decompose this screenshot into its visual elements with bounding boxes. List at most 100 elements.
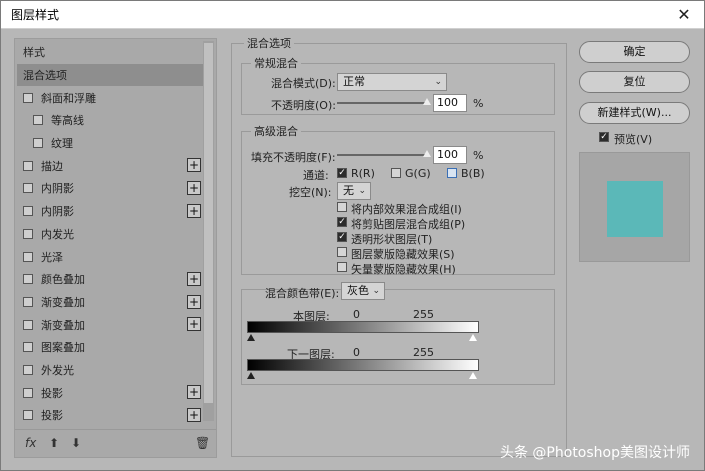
style-item-label: 投影 xyxy=(41,409,63,423)
advanced-option-checkbox[interactable]: ✓ xyxy=(337,232,347,242)
advanced-option-checkbox[interactable] xyxy=(337,202,347,212)
channel-b-label: B(B) xyxy=(461,167,485,180)
style-item-label: 内阴影 xyxy=(41,205,74,219)
style-item-label: 图案叠加 xyxy=(41,341,85,355)
style-item[interactable]: 等高线 xyxy=(17,109,203,132)
style-preview xyxy=(579,152,690,262)
blend-options-title: 混合选项 xyxy=(244,35,294,51)
add-effect-icon[interactable]: + xyxy=(187,408,201,422)
add-effect-icon[interactable]: + xyxy=(187,385,201,400)
style-item[interactable]: 纹理 xyxy=(17,132,203,155)
style-item[interactable]: 投影 + xyxy=(17,381,203,404)
style-item-checkbox[interactable] xyxy=(23,251,33,262)
watermark: 头条 @Photoshop美图设计师 xyxy=(499,445,690,461)
style-item-label: 外发光 xyxy=(41,363,74,377)
advanced-option-label: 矢量蒙版隐藏效果(H) xyxy=(351,263,456,276)
move-down-icon[interactable]: ⬇ xyxy=(71,436,81,450)
this-layer-gradient xyxy=(247,321,479,333)
new-style-button[interactable]: 新建样式(W)... xyxy=(579,102,690,124)
style-item-checkbox[interactable] xyxy=(23,183,33,194)
style-item-label: 斜面和浮雕 xyxy=(41,91,96,105)
channel-g-label: G(G) xyxy=(405,167,431,180)
blend-mode-select[interactable]: 正常 ⌄ xyxy=(337,73,447,91)
style-item[interactable]: 混合选项 xyxy=(17,63,203,87)
add-effect-icon[interactable]: + xyxy=(187,203,201,218)
style-item[interactable]: 内发光 xyxy=(17,223,203,246)
reset-button[interactable]: 复位 xyxy=(579,71,690,93)
style-item-checkbox[interactable] xyxy=(33,115,43,126)
close-icon[interactable]: ✕ xyxy=(674,5,694,25)
style-item[interactable]: 渐变叠加 + xyxy=(17,313,203,336)
ok-button[interactable]: 确定 xyxy=(579,41,690,63)
add-effect-icon[interactable]: + xyxy=(187,294,201,309)
style-item-checkbox[interactable] xyxy=(23,410,33,421)
style-item-label: 纹理 xyxy=(51,137,73,151)
style-item-label: 内发光 xyxy=(41,227,74,241)
blend-if-label: 混合颜色带(E): xyxy=(265,287,340,300)
blend-if-select[interactable]: 灰色 ⌄ xyxy=(341,282,385,300)
styles-list: 样式 混合选项 斜面和浮雕 等高线 纹理 描边 + 内阴影 + 内阴影 + 内发光 光泽 颜色叠加 + 渐变… xyxy=(17,41,203,427)
preview-checkbox[interactable]: ✓ xyxy=(599,132,609,142)
fx-icon[interactable]: fx xyxy=(25,436,36,450)
add-effect-icon[interactable]: + xyxy=(187,271,201,286)
style-item-checkbox[interactable] xyxy=(23,387,33,398)
style-item-checkbox[interactable] xyxy=(23,296,33,307)
style-item-checkbox[interactable] xyxy=(23,274,33,285)
advanced-option-checkbox[interactable] xyxy=(337,262,347,272)
style-item[interactable]: 斜面和浮雕 xyxy=(17,86,203,109)
knockout-value: 无 xyxy=(343,184,354,197)
chevron-down-icon: ⌄ xyxy=(358,186,366,196)
advanced-option-checkbox[interactable]: ✓ xyxy=(337,217,347,227)
style-item[interactable]: 渐变叠加 + xyxy=(17,291,203,314)
under-layer-max: 255 xyxy=(413,346,434,359)
style-item-checkbox[interactable] xyxy=(23,319,33,330)
preview-swatch xyxy=(607,181,663,237)
trash-icon[interactable]: 🗑 xyxy=(195,436,210,450)
scrollbar-thumb[interactable] xyxy=(204,43,213,403)
fill-opacity-slider-thumb[interactable] xyxy=(423,150,431,157)
fill-opacity-slider[interactable] xyxy=(337,154,427,156)
style-item[interactable]: 图案叠加 xyxy=(17,336,203,359)
styles-scrollbar[interactable] xyxy=(203,41,214,421)
knockout-select[interactable]: 无 ⌄ xyxy=(337,182,371,200)
style-item-checkbox[interactable] xyxy=(33,138,43,149)
under-layer-white-thumb[interactable] xyxy=(469,372,477,379)
style-item-checkbox[interactable] xyxy=(23,92,33,103)
move-up-icon[interactable]: ⬆ xyxy=(49,436,59,450)
channel-g-checkbox[interactable] xyxy=(391,168,401,178)
add-effect-icon[interactable]: + xyxy=(187,317,201,332)
style-item-checkbox[interactable] xyxy=(23,206,33,217)
style-item[interactable]: 外发光 xyxy=(17,359,203,382)
this-layer-white-thumb[interactable] xyxy=(469,334,477,341)
window-title: 图层样式 xyxy=(11,8,60,22)
style-item[interactable]: 投影 + xyxy=(17,404,203,427)
layer-style-dialog: 图层样式 ✕ 样式 混合选项 斜面和浮雕 等高线 纹理 描边 + 内阴影 + 内阴影 + 内发光 光泽… xyxy=(0,0,705,471)
style-item-checkbox[interactable] xyxy=(23,228,33,239)
fill-opacity-input[interactable]: 100 xyxy=(433,146,467,164)
add-effect-icon[interactable]: + xyxy=(187,158,201,173)
style-item[interactable]: 颜色叠加 + xyxy=(17,268,203,291)
style-item[interactable]: 描边 + xyxy=(17,154,203,177)
this-layer-black-thumb[interactable] xyxy=(247,334,255,341)
opacity-slider-thumb[interactable] xyxy=(423,98,431,105)
channels-label: 通道: xyxy=(303,169,329,182)
channel-b-checkbox[interactable] xyxy=(447,168,457,178)
style-item[interactable]: 内阴影 + xyxy=(17,200,203,223)
style-item-label: 渐变叠加 xyxy=(41,318,85,332)
opacity-slider[interactable] xyxy=(337,102,427,104)
style-item[interactable]: 内阴影 + xyxy=(17,177,203,200)
this-layer-min: 0 xyxy=(353,308,360,321)
style-item-checkbox[interactable] xyxy=(23,364,33,375)
style-item-checkbox[interactable] xyxy=(23,342,33,353)
advanced-option-checkbox[interactable] xyxy=(337,247,347,257)
style-item[interactable]: 光泽 xyxy=(17,245,203,268)
channel-r-checkbox[interactable]: ✓ xyxy=(337,168,347,178)
add-effect-icon[interactable]: + xyxy=(187,181,201,196)
style-item-checkbox[interactable] xyxy=(23,160,33,171)
fill-opacity-label: 填充不透明度(F): xyxy=(251,151,336,164)
under-layer-black-thumb[interactable] xyxy=(247,372,255,379)
opacity-input[interactable]: 100 xyxy=(433,94,467,112)
title-bar: 图层样式 ✕ xyxy=(1,1,704,29)
styles-header[interactable]: 样式 xyxy=(17,41,203,64)
preview-label: 预览(V) xyxy=(614,133,653,146)
